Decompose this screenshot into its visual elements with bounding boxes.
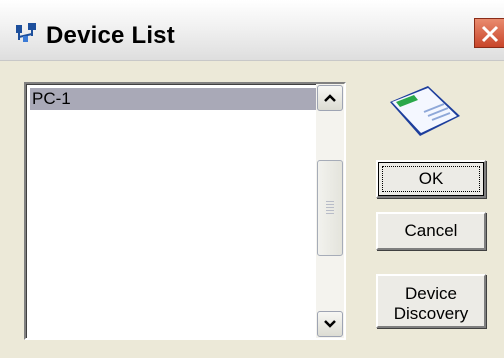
discovery-label-line1: Device bbox=[405, 284, 457, 303]
cancel-button[interactable]: Cancel bbox=[376, 212, 486, 250]
chevron-up-icon bbox=[324, 94, 336, 102]
close-button[interactable] bbox=[474, 18, 504, 48]
close-x-icon bbox=[481, 25, 499, 43]
device-network-icon bbox=[16, 23, 36, 42]
device-discovery-button[interactable]: Device Discovery bbox=[376, 274, 486, 328]
scroll-thumb[interactable] bbox=[317, 160, 343, 256]
scroll-up-button[interactable] bbox=[317, 85, 343, 111]
window-title: Device List bbox=[46, 22, 175, 49]
device-listbox[interactable]: PC-1 bbox=[24, 82, 346, 340]
discovery-label-line2: Discovery bbox=[393, 304, 469, 323]
device-list-dialog: Device List PC-1 OK Cancel Device Discov… bbox=[0, 0, 504, 358]
network-card-icon bbox=[390, 86, 460, 136]
chevron-down-icon bbox=[324, 320, 336, 328]
title-bar[interactable]: Device List bbox=[0, 0, 504, 61]
focus-rectangle bbox=[382, 166, 480, 192]
ok-button[interactable]: OK bbox=[376, 160, 486, 198]
vertical-scrollbar[interactable] bbox=[316, 84, 344, 338]
scroll-down-button[interactable] bbox=[317, 311, 343, 337]
grip-icon bbox=[326, 201, 334, 215]
list-item[interactable]: PC-1 bbox=[30, 88, 316, 110]
